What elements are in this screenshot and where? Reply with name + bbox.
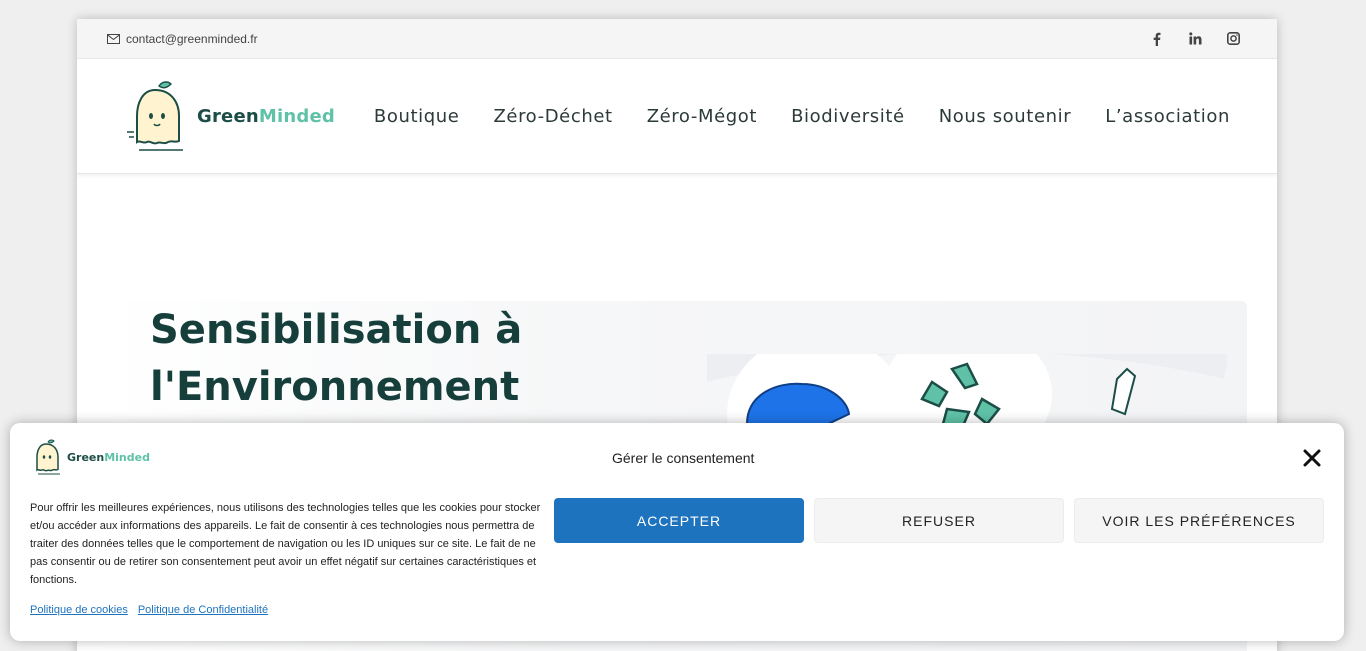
logo-wordmark: GreenMinded — [197, 105, 335, 127]
main-navigation: Boutique Zéro-Déchet Zéro-Mégot Biodiver… — [374, 106, 1230, 127]
linkedin-icon[interactable] — [1187, 32, 1203, 45]
consent-description: Pour offrir les meilleures expériences, … — [30, 502, 541, 586]
nav-item-nous-soutenir[interactable]: Nous soutenir — [939, 106, 1072, 127]
cookie-policy-link[interactable]: Politique de cookies — [30, 604, 128, 616]
social-links — [1149, 32, 1241, 46]
ghost-mascot-icon — [36, 439, 60, 475]
consent-title: Gérer le consentement — [612, 450, 755, 466]
instagram-icon[interactable] — [1225, 32, 1241, 45]
consent-logo-wordmark: GreenMinded — [67, 450, 150, 464]
consent-policy-links: Politique de cookies Politique de Confid… — [30, 604, 268, 616]
close-icon[interactable] — [1302, 448, 1322, 468]
hero-title: Sensibilisation à l'Environnement — [150, 307, 523, 410]
site-header: GreenMinded Boutique Zéro-Déchet Zéro-Mé… — [77, 59, 1277, 174]
nav-item-biodiversite[interactable]: Biodiversité — [791, 106, 905, 127]
site-logo[interactable]: GreenMinded — [125, 80, 335, 152]
privacy-policy-link[interactable]: Politique de Confidentialité — [138, 604, 268, 616]
nav-item-boutique[interactable]: Boutique — [374, 106, 460, 127]
nav-item-zero-dechet[interactable]: Zéro-Déchet — [493, 106, 612, 127]
top-bar: contact@greenminded.fr — [77, 19, 1277, 59]
accept-button[interactable]: ACCEPTER — [554, 498, 804, 543]
nav-item-association[interactable]: L’association — [1105, 106, 1230, 127]
facebook-icon[interactable] — [1149, 32, 1165, 46]
refuse-button[interactable]: REFUSER — [814, 498, 1064, 543]
nav-item-zero-megot[interactable]: Zéro-Mégot — [647, 106, 757, 127]
view-preferences-button[interactable]: VOIR LES PRÉFÉRENCES — [1074, 498, 1324, 543]
envelope-icon — [107, 33, 120, 44]
contact-email-link[interactable]: contact@greenminded.fr — [107, 32, 258, 46]
ghost-mascot-icon — [127, 81, 183, 151]
contact-email: contact@greenminded.fr — [126, 31, 258, 46]
consent-logo: GreenMinded — [30, 439, 150, 475]
cookie-consent-banner: GreenMinded Gérer le consentement Pour o… — [10, 423, 1344, 641]
